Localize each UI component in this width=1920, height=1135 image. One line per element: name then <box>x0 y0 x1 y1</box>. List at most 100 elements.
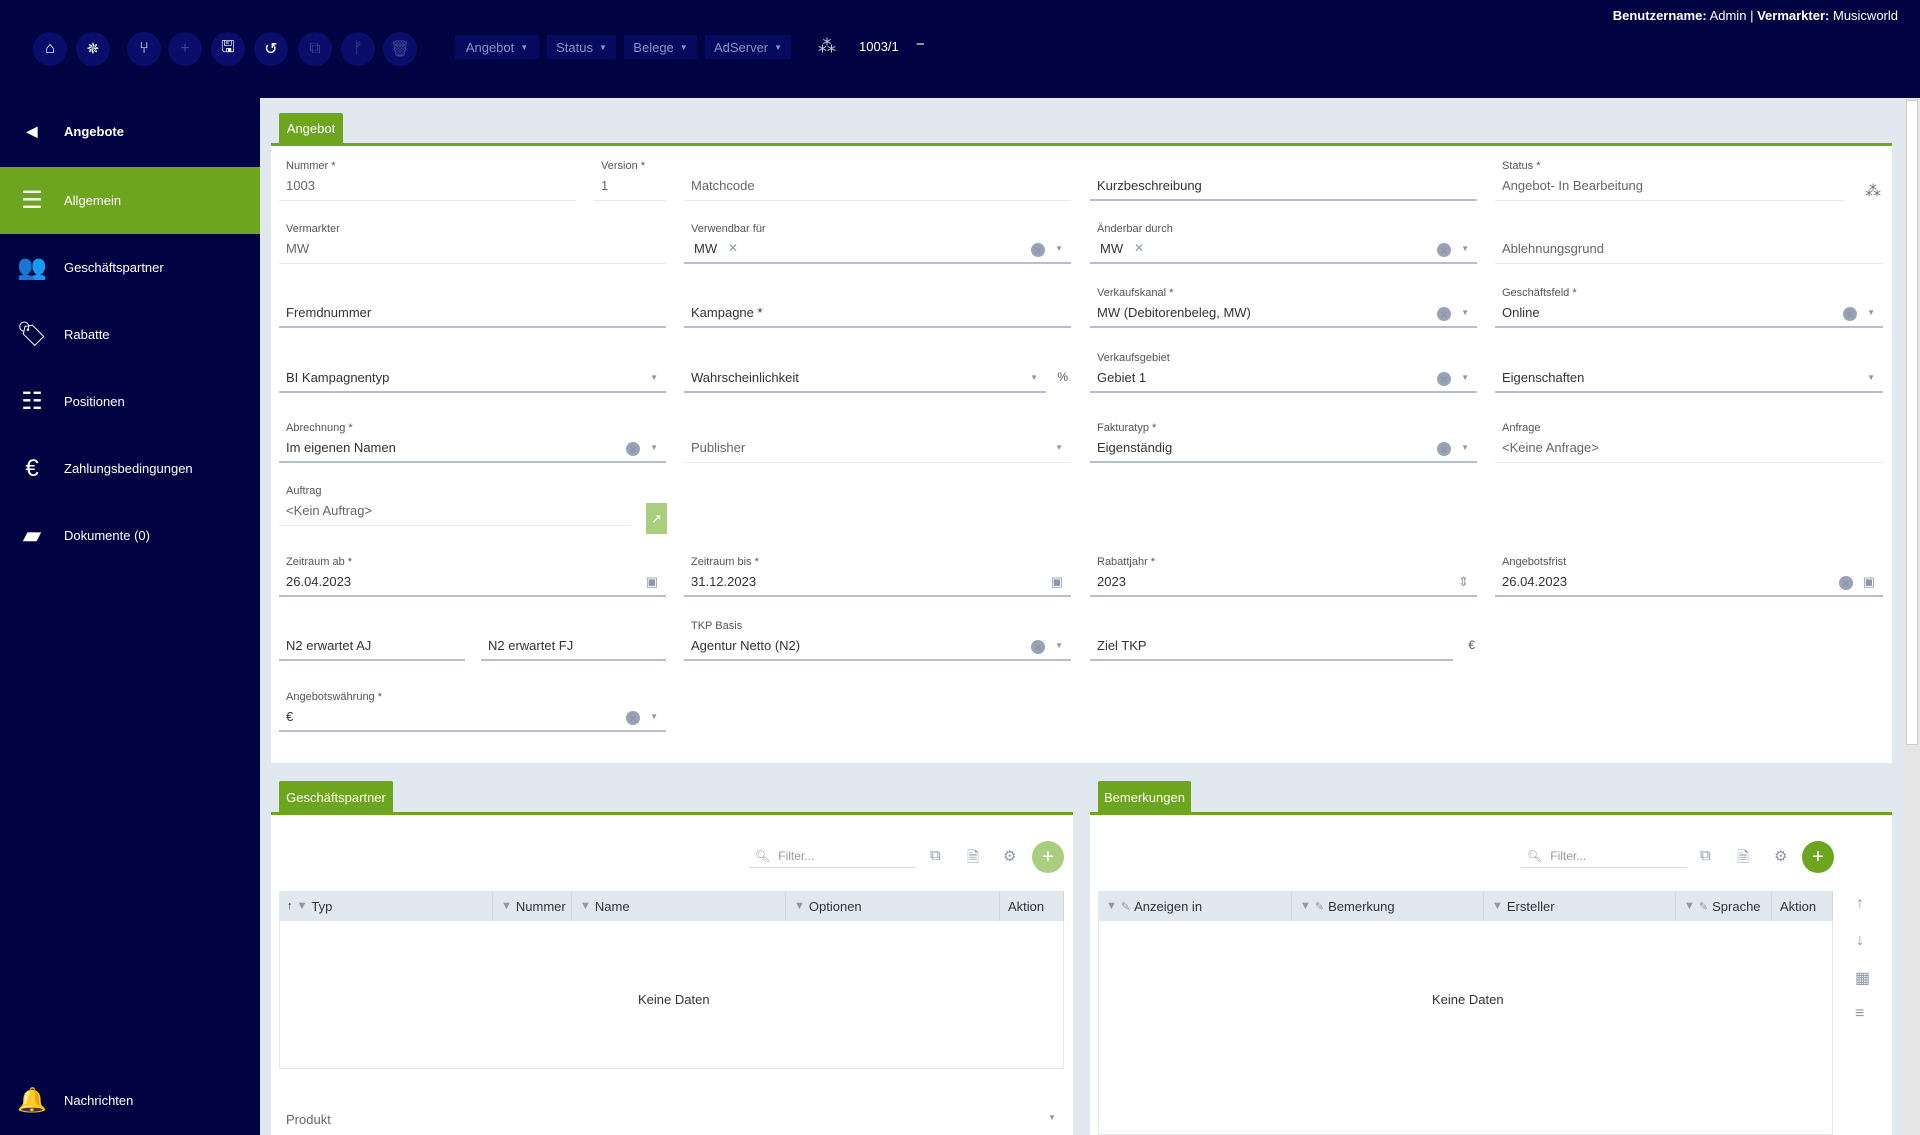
column-header-optionen[interactable]: ▼ Optionen <box>786 891 1000 921</box>
sidebar-item-dokumente[interactable]: ▰ Dokumente (0) <box>0 502 260 569</box>
clear-icon[interactable]: × <box>1031 243 1045 258</box>
clear-icon[interactable]: × <box>1437 243 1451 258</box>
dropdown-icon[interactable]: ▼ <box>1030 373 1038 382</box>
sidebar-item-rabatte[interactable]: 🏷 Rabatte <box>0 301 260 368</box>
grid-icon[interactable]: ▦ <box>1855 968 1870 988</box>
menu-adserver[interactable]: AdServer ▼ <box>705 35 791 59</box>
field-fremdnummer[interactable]: Fremdnummer <box>279 287 666 328</box>
column-header-name[interactable]: ▼ Name <box>572 891 786 921</box>
field-verwendbar[interactable]: Verwendbar für MW ✕ ▼ × <box>684 223 1071 264</box>
menu-status[interactable]: Status ▼ <box>547 35 616 59</box>
filter-icon[interactable]: ▼ <box>1300 900 1311 912</box>
column-header-ersteller[interactable]: ▼ Ersteller <box>1484 891 1676 921</box>
dropdown-icon[interactable]: ▼ <box>1867 308 1875 317</box>
partners-filter-input[interactable]: 🔍︎ Filter... <box>749 844 916 868</box>
align-center-icon[interactable]: ≡ <box>1855 1005 1864 1023</box>
column-chooser-icon[interactable]: ⧉ <box>930 847 941 864</box>
clear-icon[interactable]: × <box>1437 442 1451 457</box>
sort-asc-icon[interactable]: ↑ <box>287 900 293 912</box>
field-bi-kampagnentyp[interactable]: BI Kampagnentyp ▼ <box>279 352 666 393</box>
copy-button[interactable]: ⧉ <box>298 32 332 66</box>
remove-chip-icon[interactable]: ✕ <box>1134 241 1144 255</box>
add-partner-button[interactable]: + <box>1032 841 1064 873</box>
menu-belege[interactable]: Belege ▼ <box>624 35 697 59</box>
field-auftrag[interactable]: Auftrag <Kein Auftrag> <box>279 485 630 526</box>
dropdown-icon[interactable]: ▼ <box>1461 443 1469 452</box>
field-ablehnungsgrund[interactable]: Ablehnungsgrund <box>1495 223 1883 264</box>
field-verkaufskanal[interactable]: Verkaufskanal * MW (Debitorenbeleg, MW) ▼ × <box>1090 287 1477 328</box>
filter-icon[interactable]: ▼ <box>1106 900 1117 912</box>
produkt-select[interactable]: Produkt ▼ <box>279 1097 1064 1135</box>
add-remark-button[interactable]: + <box>1802 841 1834 873</box>
menu-angebot[interactable]: Angebot ▼ <box>455 35 539 59</box>
field-matchcode[interactable]: Matchcode <box>684 160 1071 201</box>
remarks-filter-input[interactable]: 🔍︎ Filter... <box>1521 844 1687 868</box>
sidebar-item-notifications[interactable]: 🔔 Nachrichten <box>0 1067 260 1134</box>
clear-icon[interactable]: × <box>1843 307 1857 322</box>
dropdown-icon[interactable]: ▼ <box>1461 373 1469 382</box>
field-tkp-basis[interactable]: TKP Basis Agentur Netto (N2) ▼ × <box>684 620 1071 661</box>
excel-export-icon[interactable]: 🗎 <box>1737 847 1749 872</box>
dropdown-icon[interactable]: ▼ <box>1461 244 1469 253</box>
dropdown-icon[interactable]: ▼ <box>1867 373 1875 382</box>
fork-button[interactable]: ᚠ <box>341 32 375 66</box>
field-zeitraum-ab[interactable]: Zeitraum ab * 26.04.2023 ▣ <box>279 556 666 597</box>
field-abrechnung[interactable]: Abrechnung * Im eigenen Namen ▼ × <box>279 422 666 463</box>
field-vermarkter[interactable]: Vermarkter MW <box>279 223 666 264</box>
dropdown-icon[interactable]: ▼ <box>1055 244 1063 253</box>
filter-icon[interactable]: ▼ <box>1684 900 1695 912</box>
dropdown-icon[interactable]: ▼ <box>650 373 658 382</box>
arrow-up-icon[interactable]: ↑ <box>1856 895 1864 913</box>
clear-icon[interactable]: × <box>1839 576 1853 591</box>
tab-angebot[interactable]: Angebot <box>279 113 343 143</box>
calendar-icon[interactable]: ▣ <box>646 574 658 590</box>
column-header-bemerkung[interactable]: ▼ ✎ Bemerkung <box>1292 891 1484 921</box>
sidebar-item-allgemein[interactable]: ☰ Allgemein <box>0 167 260 234</box>
tab-geschaeftspartner[interactable]: Geschäftspartner <box>279 781 393 813</box>
back-to-offers[interactable]: ◀ Angebote <box>0 120 124 142</box>
helm-button[interactable]: ✵ <box>76 32 110 66</box>
edit-icon[interactable]: ✎ <box>1699 900 1708 913</box>
field-zeitraum-bis[interactable]: Zeitraum bis * 31.12.2023 ▣ <box>684 556 1071 597</box>
dropdown-icon[interactable]: ▼ <box>650 443 658 452</box>
field-n2-fj[interactable]: N2 erwartet FJ <box>481 620 666 661</box>
column-header-typ[interactable]: ↑ ▼ Typ <box>279 891 493 921</box>
branch-button[interactable]: ⑂ <box>127 32 161 66</box>
field-eigenschaften[interactable]: Eigenschaften ▼ <box>1495 352 1883 393</box>
field-kampagne[interactable]: Kampagne * <box>684 287 1071 328</box>
dropdown-icon[interactable]: ▼ <box>1461 308 1469 317</box>
edit-icon[interactable]: ✎ <box>1121 900 1130 913</box>
edit-icon[interactable]: ✎ <box>1315 900 1324 913</box>
clear-icon[interactable]: × <box>1031 640 1045 655</box>
settings-icon[interactable]: ⚙ <box>1774 847 1787 865</box>
dropdown-icon[interactable]: ▼ <box>650 712 658 721</box>
column-header-aktion[interactable]: Aktion <box>1000 891 1064 921</box>
clear-icon[interactable]: × <box>626 442 640 457</box>
scrollbar[interactable] <box>1904 98 1920 1135</box>
field-kurzbeschreibung[interactable]: Kurzbeschreibung <box>1090 160 1477 201</box>
arrow-down-icon[interactable]: ↓ <box>1856 932 1864 950</box>
column-header-sprache[interactable]: ▼ ✎ Sprache <box>1676 891 1772 921</box>
field-version[interactable]: Version * 1 <box>594 160 666 201</box>
sidebar-item-zahlungsbedingungen[interactable]: € Zahlungsbedingungen <box>0 435 260 502</box>
field-verkaufsgebiet[interactable]: Verkaufsgebiet Gebiet 1 ▼ × <box>1090 352 1477 393</box>
sidebar-item-positionen[interactable]: ☷ Positionen <box>0 368 260 435</box>
field-wahrscheinlichkeit[interactable]: Wahrscheinlichkeit ▼% <box>684 352 1068 393</box>
filter-icon[interactable]: ▼ <box>580 900 591 912</box>
dropdown-icon[interactable]: ▼ <box>1055 443 1063 452</box>
remove-chip-icon[interactable]: ✕ <box>728 241 738 255</box>
tab-bemerkungen[interactable]: Bemerkungen <box>1098 781 1191 813</box>
collapse-button[interactable]: − <box>916 36 925 53</box>
undo-button[interactable]: ↺ <box>254 32 288 66</box>
field-fakturatyp[interactable]: Fakturatyp * Eigenständig ▼ × <box>1090 422 1477 463</box>
field-status[interactable]: Status * Angebot- In Bearbeitung <box>1495 160 1845 201</box>
scrollbar-thumb[interactable] <box>1906 100 1918 745</box>
clear-icon[interactable]: × <box>1437 372 1451 387</box>
external-link-icon[interactable]: ↗ <box>646 503 667 534</box>
add-button[interactable]: + <box>168 32 202 66</box>
field-angebotsfrist[interactable]: Angebotsfrist 26.04.2023 ▣ × <box>1495 556 1883 597</box>
dropdown-icon[interactable]: ▼ <box>1055 641 1063 650</box>
column-header-anzeigen-in[interactable]: ▼ ✎ Anzeigen in <box>1098 891 1292 921</box>
field-nummer[interactable]: Nummer * 1003 <box>279 160 576 201</box>
stepper-icon[interactable]: ⇕ <box>1458 574 1469 590</box>
